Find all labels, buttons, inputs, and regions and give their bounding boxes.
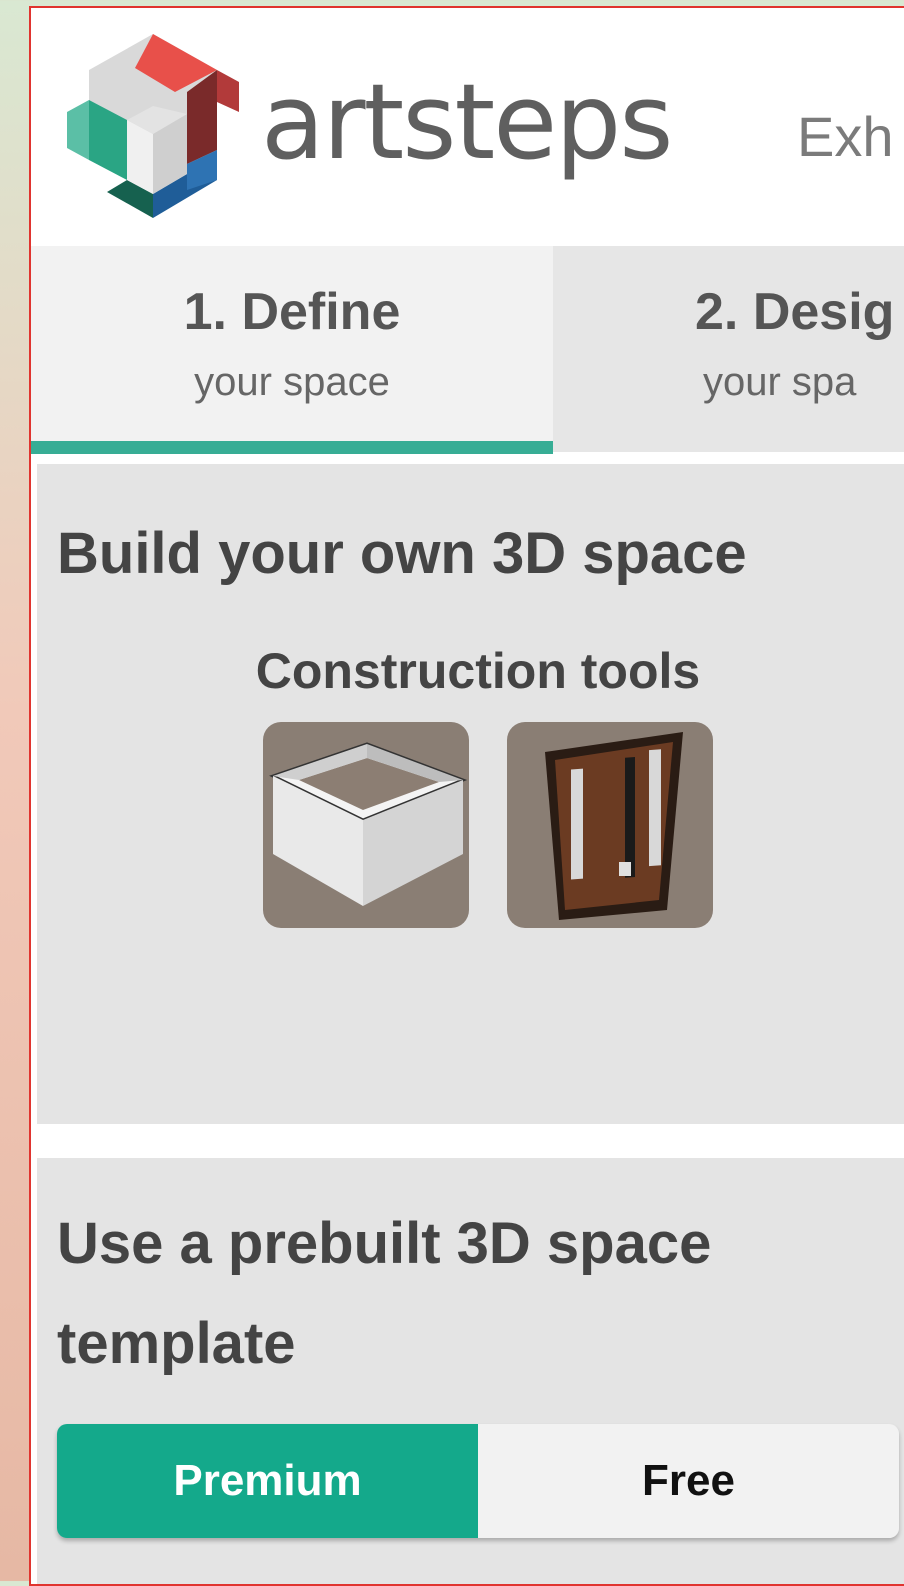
free-button[interactable]: Free [478, 1424, 899, 1538]
active-tab-indicator [31, 441, 553, 454]
construction-tools-title: Construction tools [255, 643, 701, 699]
door-icon [545, 732, 683, 920]
app-frame: artsteps Exh 1. Define your space 2. Des… [29, 6, 904, 1586]
template-title: Use a prebuilt 3D space template [57, 1211, 712, 1376]
premium-button[interactable]: Premium [57, 1424, 478, 1538]
brand-name: artsteps [261, 61, 673, 183]
template-type-toggle: Premium Free [57, 1424, 899, 1538]
door-tool-button[interactable] [507, 722, 713, 928]
tab-title: 2. Desig [695, 283, 895, 341]
header: artsteps Exh [31, 8, 904, 246]
template-section: Use a prebuilt 3D space template Premium… [37, 1158, 904, 1584]
step-tabs: 1. Define your space 2. Desig your spa [31, 246, 904, 454]
build-title: Build your own 3D space [57, 521, 747, 586]
build-section: Build your own 3D space Construction too… [37, 464, 904, 1124]
tab-design[interactable]: 2. Desig your spa [553, 246, 904, 452]
tab-title: 1. Define [183, 283, 401, 341]
walls-tool-button[interactable] [263, 722, 469, 928]
artsteps-logo[interactable] [67, 30, 239, 218]
header-title: Exh [797, 105, 894, 168]
tab-subtitle: your space [194, 360, 390, 404]
tab-define[interactable]: 1. Define your space [31, 246, 553, 452]
walls-icon [269, 742, 468, 906]
tab-subtitle: your spa [703, 360, 857, 404]
